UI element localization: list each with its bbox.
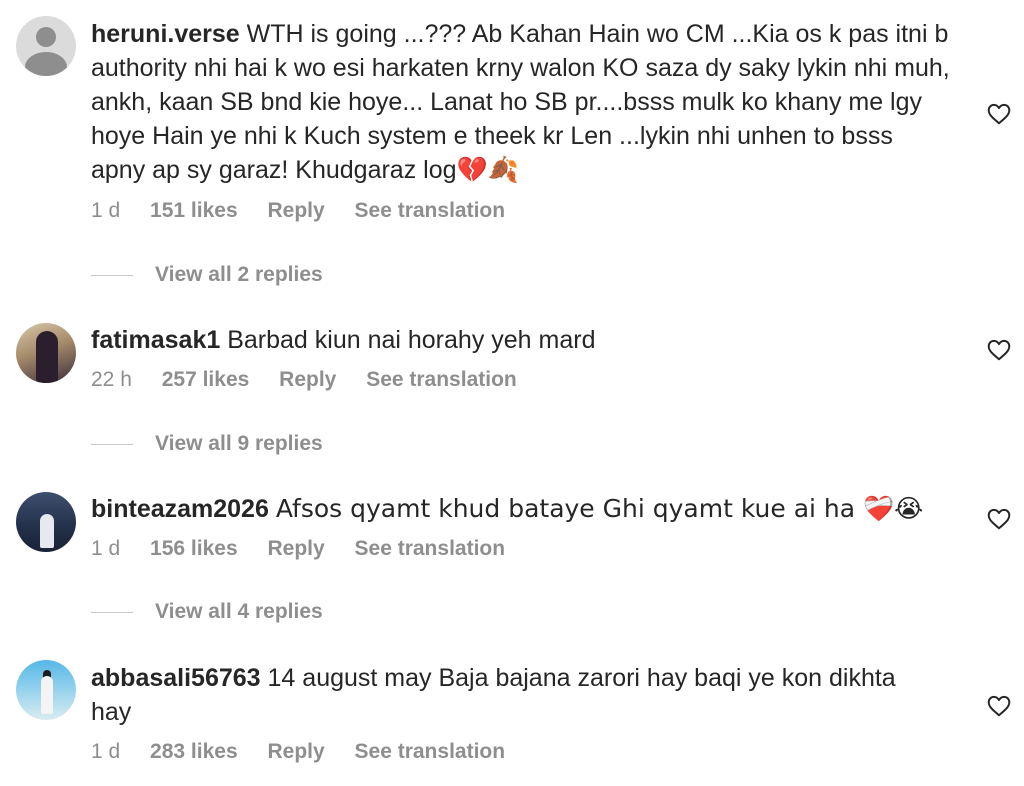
comment-body: abbasali56763 14 august may Baja bajana … — [91, 661, 921, 729]
see-translation-button[interactable]: See translation — [355, 537, 506, 560]
see-translation-button[interactable]: See translation — [355, 199, 506, 222]
comment-time: 22 h — [91, 368, 132, 391]
comment-text: Barbad kiun nai horahy yeh mard — [227, 326, 596, 354]
comment-text: Afsos qyamt khud bataye Ghi qyamt kue ai… — [275, 494, 924, 523]
comment-body: heruni.verse WTH is going ...??? Ab Kaha… — [91, 17, 951, 187]
view-replies-button[interactable]: View all 2 replies — [91, 263, 323, 287]
reply-button[interactable]: Reply — [279, 368, 336, 391]
default-avatar-icon[interactable] — [16, 16, 76, 76]
comment-likes[interactable]: 156 likes — [150, 537, 238, 560]
reply-button[interactable]: Reply — [267, 740, 324, 763]
see-translation-button[interactable]: See translation — [366, 368, 517, 391]
view-replies-label: View all 4 replies — [155, 600, 323, 623]
comment-meta: 1 d 151 likes Reply See translation — [91, 199, 529, 223]
comment-username[interactable]: heruni.verse — [91, 20, 240, 48]
view-replies-button[interactable]: View all 4 replies — [91, 600, 323, 624]
heart-outline-icon[interactable] — [986, 693, 1012, 719]
comment-likes[interactable]: 283 likes — [150, 740, 238, 763]
comment-item: fatimasak1 Barbad kiun nai horahy yeh ma… — [0, 300, 1024, 470]
heart-outline-icon[interactable] — [986, 101, 1012, 127]
comment-item: heruni.verse WTH is going ...??? Ab Kaha… — [0, 0, 1024, 300]
comment-username[interactable]: binteazam2026 — [91, 495, 269, 523]
comment-likes[interactable]: 257 likes — [162, 368, 250, 391]
view-replies-label: View all 9 replies — [155, 432, 323, 455]
comment-meta: 1 d 283 likes Reply See translation — [91, 740, 529, 764]
user-avatar[interactable] — [16, 323, 76, 383]
comment-time: 1 d — [91, 199, 121, 222]
replies-divider — [91, 274, 133, 276]
comment-username[interactable]: abbasali56763 — [91, 664, 261, 692]
comment-username[interactable]: fatimasak1 — [91, 326, 220, 354]
comment-item: abbasali56763 14 august may Baja bajana … — [0, 640, 1024, 786]
comment-meta: 22 h 257 likes Reply See translation — [91, 368, 541, 392]
comment-likes[interactable]: 151 likes — [150, 199, 238, 222]
comment-item: binteazam2026 Afsos qyamt khud bataye Gh… — [0, 470, 1024, 640]
heart-outline-icon[interactable] — [986, 506, 1012, 532]
comment-time: 1 d — [91, 537, 121, 560]
replies-divider — [91, 443, 133, 445]
comment-body: binteazam2026 Afsos qyamt khud bataye Gh… — [91, 492, 951, 526]
comment-time: 1 d — [91, 740, 121, 763]
view-replies-label: View all 2 replies — [155, 263, 323, 286]
comment-body: fatimasak1 Barbad kiun nai horahy yeh ma… — [91, 323, 951, 357]
reply-button[interactable]: Reply — [267, 537, 324, 560]
user-avatar[interactable] — [16, 660, 76, 720]
reply-button[interactable]: Reply — [267, 199, 324, 222]
view-replies-button[interactable]: View all 9 replies — [91, 432, 323, 456]
heart-outline-icon[interactable] — [986, 337, 1012, 363]
replies-divider — [91, 611, 133, 613]
see-translation-button[interactable]: See translation — [355, 740, 506, 763]
comment-meta: 1 d 156 likes Reply See translation — [91, 537, 529, 561]
user-avatar[interactable] — [16, 492, 76, 552]
